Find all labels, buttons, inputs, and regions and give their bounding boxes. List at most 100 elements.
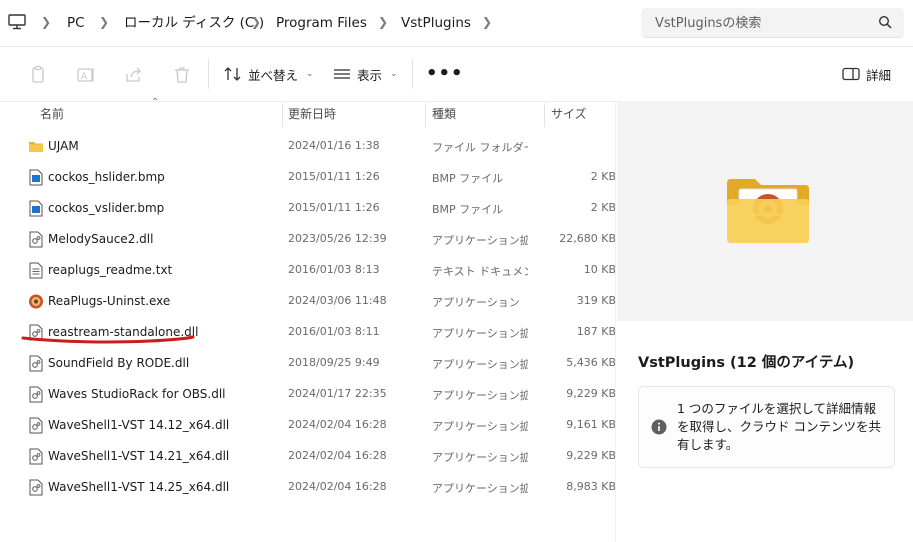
file-type: ファイル フォルダー: [432, 141, 528, 154]
file-row[interactable]: WaveShell1-VST 14.12_x64.dll 2024/02/04 …: [20, 410, 616, 440]
file-date: 2016/01/03 8:13: [288, 263, 380, 276]
delete-icon[interactable]: [172, 65, 192, 85]
dll-file-icon: [29, 355, 43, 372]
file-size: 5,436 KB: [566, 356, 616, 369]
column-header-type[interactable]: 種類: [432, 101, 456, 127]
dll-file-icon: [29, 324, 43, 341]
column-divider[interactable]: [425, 103, 426, 127]
file-row[interactable]: ReaPlugs-Uninst.exe 2024/03/06 11:48 アプリ…: [20, 286, 616, 316]
file-date: 2023/05/26 12:39: [288, 232, 387, 245]
file-size: 9,229 KB: [566, 387, 616, 400]
column-header-date[interactable]: 更新日時: [288, 101, 336, 127]
column-header-size[interactable]: サイズ: [551, 101, 587, 127]
file-size: 9,161 KB: [566, 418, 616, 431]
file-date: 2018/09/25 9:49: [288, 356, 380, 369]
file-size: 22,680 KB: [559, 232, 616, 245]
more-options-button[interactable]: •••: [426, 63, 464, 84]
file-date: 2016/01/03 8:11: [288, 325, 380, 338]
column-divider[interactable]: [282, 103, 283, 127]
file-row[interactable]: MelodySauce2.dll 2023/05/26 12:39 アプリケーシ…: [20, 224, 616, 254]
breadcrumb-vstplugins[interactable]: VstPlugins: [401, 14, 471, 32]
column-header-name[interactable]: 名前: [40, 101, 64, 127]
chevron-right-icon[interactable]: ❯: [482, 15, 492, 29]
sort-icon: [224, 67, 241, 81]
svg-text:A: A: [81, 72, 88, 82]
sort-button[interactable]: 並べ替え ⌄: [224, 63, 314, 85]
view-button[interactable]: 表示 ⌄: [333, 63, 398, 85]
details-info-box: 1 つのファイルを選択して詳細情報を取得し、クラウド コンテンツを共有します。: [638, 386, 895, 468]
sort-label: 並べ替え: [248, 67, 299, 83]
chevron-right-icon[interactable]: ❯: [251, 15, 261, 29]
details-info-text: 1 つのファイルを選択して詳細情報を取得し、クラウド コンテンツを共有します。: [677, 401, 881, 452]
file-row[interactable]: Waves StudioRack for OBS.dll 2024/01/17 …: [20, 379, 616, 409]
file-row[interactable]: cockos_vslider.bmp 2015/01/11 1:26 BMP フ…: [20, 193, 616, 223]
details-pane-button[interactable]: 詳細: [842, 63, 891, 85]
breadcrumb-pc[interactable]: PC: [67, 14, 85, 32]
copy-icon[interactable]: [28, 65, 48, 85]
view-icon: [334, 69, 350, 79]
file-name: cockos_hslider.bmp: [48, 170, 165, 184]
column-divider[interactable]: [544, 103, 545, 127]
view-label: 表示: [357, 67, 383, 83]
file-list: ⌃ 名前 更新日時 種類 サイズ UJAM 2024/01/16 1:38 ファ…: [0, 97, 616, 542]
file-row[interactable]: UJAM 2024/01/16 1:38 ファイル フォルダー: [20, 131, 615, 161]
details-label: 詳細: [866, 67, 892, 83]
dll-file-icon: [29, 386, 43, 403]
file-type: アプリケーション拡張: [432, 234, 528, 247]
breadcrumb-program-files[interactable]: Program Files: [276, 14, 367, 32]
file-size: 2 KB: [590, 170, 616, 183]
file-size: 187 KB: [576, 325, 616, 338]
file-row[interactable]: cockos_hslider.bmp 2015/01/11 1:26 BMP フ…: [20, 162, 616, 192]
file-date: 2024/02/04 16:28: [288, 480, 387, 493]
file-size: 319 KB: [576, 294, 616, 307]
rename-icon[interactable]: A: [76, 65, 96, 85]
file-date: 2024/02/04 16:28: [288, 418, 387, 431]
file-name: reaplugs_readme.txt: [48, 263, 173, 277]
search-icon[interactable]: [878, 15, 892, 29]
file-row[interactable]: reaplugs_readme.txt 2016/01/03 8:13 テキスト…: [20, 255, 616, 285]
command-bar: A 並べ替え ⌄ 表示 ⌄ ••• 詳細: [0, 47, 913, 102]
dll-file-icon: [29, 231, 43, 248]
chevron-right-icon[interactable]: ❯: [378, 15, 388, 29]
app-exe-icon: [29, 294, 43, 309]
file-name: Waves StudioRack for OBS.dll: [48, 387, 226, 401]
file-date: 2024/01/16 1:38: [288, 139, 380, 152]
file-type: アプリケーション拡張: [432, 482, 528, 495]
breadcrumb-local-disk[interactable]: ローカル ディスク (C:): [124, 14, 264, 32]
file-name: WaveShell1-VST 14.12_x64.dll: [48, 418, 230, 432]
file-size: 8,983 KB: [566, 480, 616, 493]
file-size: 9,229 KB: [566, 449, 616, 462]
image-file-icon: [29, 169, 43, 186]
details-title: VstPlugins (12 個のアイテム): [638, 355, 855, 371]
file-size: 10 KB: [583, 263, 616, 276]
file-type: アプリケーション拡張: [432, 420, 528, 433]
file-date: 2024/01/17 22:35: [288, 387, 387, 400]
share-icon[interactable]: [124, 65, 144, 85]
dll-file-icon: [29, 479, 43, 496]
file-row[interactable]: SoundField By RODE.dll 2018/09/25 9:49 ア…: [20, 348, 616, 378]
file-row[interactable]: WaveShell1-VST 14.25_x64.dll 2024/02/04 …: [20, 472, 616, 502]
chevron-right-icon[interactable]: ❯: [41, 15, 51, 29]
file-date: 2015/01/11 1:26: [288, 201, 380, 214]
search-box[interactable]: [641, 8, 904, 38]
file-type: BMP ファイル: [432, 203, 504, 216]
image-file-icon: [29, 200, 43, 217]
file-name: ReaPlugs-Uninst.exe: [48, 294, 171, 308]
file-name: cockos_vslider.bmp: [48, 201, 165, 215]
file-name: MelodySauce2.dll: [48, 232, 154, 246]
chevron-right-icon[interactable]: ❯: [99, 15, 109, 29]
large-folder-icon: [727, 179, 809, 243]
pane-divider[interactable]: [615, 101, 616, 542]
search-input[interactable]: [653, 12, 877, 34]
file-name: WaveShell1-VST 14.25_x64.dll: [48, 480, 230, 494]
monitor-icon[interactable]: [8, 14, 26, 30]
file-type: アプリケーション拡張: [432, 327, 528, 340]
file-date: 2015/01/11 1:26: [288, 170, 380, 183]
sort-ascending-icon: ⌃: [151, 97, 160, 108]
chevron-down-icon: ⌄: [390, 69, 398, 79]
file-type: アプリケーション拡張: [432, 358, 528, 371]
file-name: SoundField By RODE.dll: [48, 356, 190, 370]
file-row[interactable]: WaveShell1-VST 14.21_x64.dll 2024/02/04 …: [20, 441, 616, 471]
file-date: 2024/02/04 16:28: [288, 449, 387, 462]
file-row[interactable]: reastream-standalone.dll 2016/01/03 8:11…: [20, 317, 616, 347]
